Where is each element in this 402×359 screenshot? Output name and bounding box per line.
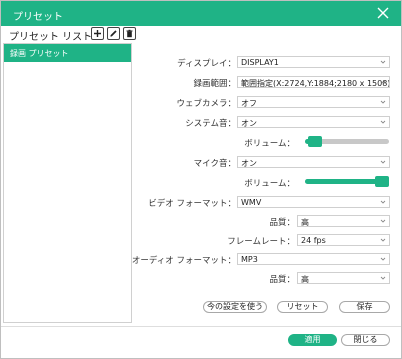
video-format-value: WMV xyxy=(241,198,262,207)
preset-list-label: プリセット リスト xyxy=(9,32,93,43)
chevron-down-icon xyxy=(380,198,386,206)
system-audio-value: オン xyxy=(241,119,257,128)
frame-rate-select[interactable]: 24 fps xyxy=(297,234,390,246)
mic-volume-label: ボリューム： xyxy=(244,179,295,189)
preset-dialog: プリセット プリセット リスト 録画 プリセット ディスプレイ： DISPLAY… xyxy=(0,0,402,359)
display-select[interactable]: DISPLAY1 xyxy=(237,56,390,68)
record-range-value: 範囲指定(X:2724,Y:1884;2180 x 1508) xyxy=(241,79,390,88)
chevron-down-icon xyxy=(380,58,386,66)
save-button[interactable]: 保存 xyxy=(339,301,390,313)
slider-thumb[interactable] xyxy=(308,136,322,147)
reset-button[interactable]: リセット xyxy=(277,301,328,313)
video-quality-select[interactable]: 高 xyxy=(297,215,390,227)
audio-format-label: オーディオ フォーマット： xyxy=(131,256,236,266)
settings-panel: ディスプレイ： DISPLAY1 録画範囲： 範囲指定(X:2724,Y:188… xyxy=(131,43,399,323)
footer-divider xyxy=(1,326,401,327)
preset-list: 録画 プリセット xyxy=(3,43,132,323)
pencil-icon[interactable] xyxy=(107,27,120,40)
system-volume-slider[interactable] xyxy=(305,136,389,147)
system-volume-label: ボリューム： xyxy=(244,139,295,149)
display-value: DISPLAY1 xyxy=(241,58,279,67)
chevron-down-icon xyxy=(380,98,386,106)
webcam-select[interactable]: オフ xyxy=(237,96,390,108)
trash-icon[interactable] xyxy=(123,27,136,40)
mic-audio-select[interactable]: オン xyxy=(237,156,390,168)
chevron-down-icon xyxy=(380,217,386,225)
chevron-down-icon xyxy=(380,274,386,282)
frame-rate-label: フレームレート： xyxy=(227,237,295,247)
audio-format-value: MP3 xyxy=(241,255,258,264)
system-audio-label: システム音： xyxy=(185,119,236,129)
frame-rate-value: 24 fps xyxy=(301,236,326,245)
record-range-select[interactable]: 範囲指定(X:2724,Y:1884;2180 x 1508) xyxy=(237,76,390,88)
close-button[interactable]: 閉じる xyxy=(341,334,390,346)
slider-thumb[interactable] xyxy=(375,176,389,187)
display-label: ディスプレイ： xyxy=(177,59,236,69)
record-range-label: 録画範囲： xyxy=(193,79,236,89)
window-title: プリセット xyxy=(13,12,63,23)
audio-quality-select[interactable]: 高 xyxy=(297,272,390,284)
video-quality-value: 高 xyxy=(301,218,309,227)
mic-volume-slider[interactable] xyxy=(305,176,389,187)
video-format-label: ビデオ フォーマット： xyxy=(148,199,236,209)
title-bar: プリセット xyxy=(1,1,401,26)
webcam-value: オフ xyxy=(241,99,257,108)
preset-item[interactable]: 録画 プリセット xyxy=(4,44,131,62)
audio-quality-value: 高 xyxy=(301,275,309,284)
audio-quality-label: 品質： xyxy=(269,275,295,285)
chevron-down-icon xyxy=(380,118,386,126)
mic-audio-label: マイク音： xyxy=(193,159,236,169)
chevron-down-icon xyxy=(380,236,386,244)
video-format-select[interactable]: WMV xyxy=(237,196,390,208)
system-audio-select[interactable]: オン xyxy=(237,116,390,128)
chevron-down-icon xyxy=(380,78,386,86)
chevron-down-icon xyxy=(380,255,386,263)
webcam-label: ウェブカメラ： xyxy=(176,99,236,109)
chevron-down-icon xyxy=(380,158,386,166)
mic-audio-value: オン xyxy=(241,159,257,168)
preset-toolbar: プリセット リスト xyxy=(1,26,401,43)
plus-icon[interactable] xyxy=(91,27,104,40)
use-current-settings-button[interactable]: 今の設定を使う xyxy=(203,301,267,313)
apply-button[interactable]: 適用 xyxy=(288,334,337,346)
close-icon[interactable] xyxy=(375,5,391,21)
audio-format-select[interactable]: MP3 xyxy=(237,253,390,265)
video-quality-label: 品質： xyxy=(269,218,295,228)
